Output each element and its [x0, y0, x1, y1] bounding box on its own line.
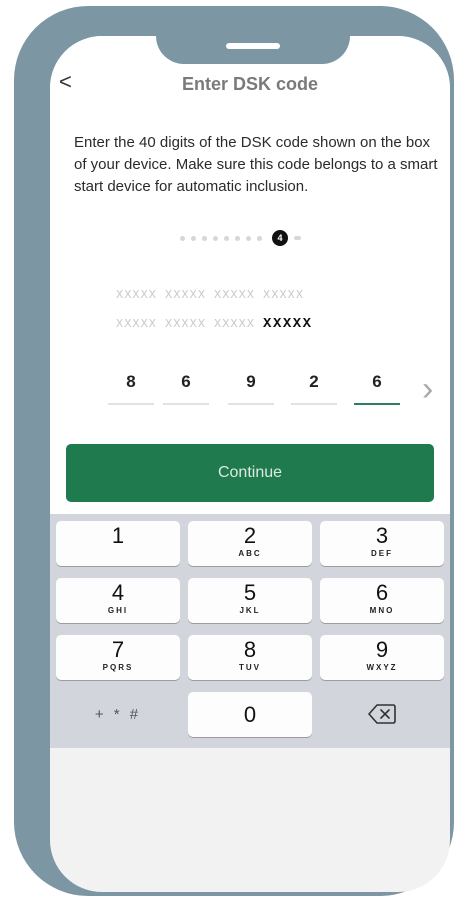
digit-value: 6: [372, 372, 382, 391]
progress-dot: [191, 235, 196, 241]
digit-field-active[interactable]: 6: [354, 372, 400, 405]
key-letters: ABC: [238, 549, 262, 558]
key-digit: 2: [243, 523, 257, 548]
progress-indicator: 4: [180, 230, 301, 246]
digit-entry-row: 8 6 9 2 6: [50, 372, 450, 422]
key-letters: GHI: [107, 606, 129, 615]
phone-notch: [156, 36, 350, 64]
key-digit: 1: [111, 523, 125, 548]
app-screen: < Enter DSK code Enter the 40 digits of …: [50, 36, 450, 748]
key-8[interactable]: 8 TUV: [188, 635, 312, 680]
backspace-key[interactable]: [320, 692, 444, 737]
digit-value: 6: [181, 372, 191, 391]
key-7[interactable]: 7 PQRS: [56, 635, 180, 680]
key-digit: 7: [111, 637, 125, 662]
page-title: Enter DSK code: [181, 74, 319, 94]
digit-underline: [163, 403, 209, 405]
key-letters: DEF: [371, 549, 393, 558]
dsk-block: XXXXX: [214, 317, 256, 331]
key-digit: 4: [111, 580, 125, 605]
dsk-block: XXXXX: [263, 288, 305, 302]
key-digit: 3: [375, 523, 389, 548]
digit-value: 2: [309, 372, 319, 391]
key-letters: PQRS: [102, 663, 134, 672]
dsk-block: XXXXX: [214, 288, 256, 302]
phone-screen: < Enter DSK code Enter the 40 digits of …: [50, 36, 450, 892]
key-1[interactable]: 1: [56, 521, 180, 566]
key-digit: 8: [243, 637, 257, 662]
digit-value: 9: [246, 372, 256, 391]
key-letters: MNO: [369, 606, 395, 615]
progress-dot: [257, 235, 262, 241]
key-letters: WXYZ: [366, 663, 398, 672]
key-3[interactable]: 3 DEF: [320, 521, 444, 566]
key-letters: JKL: [239, 606, 261, 615]
digit-underline: [108, 403, 154, 405]
digit-underline-active: [354, 403, 400, 405]
key-letters: TUV: [239, 663, 261, 672]
digit-value: 8: [126, 372, 136, 391]
key-6[interactable]: 6 MNO: [320, 578, 444, 623]
dsk-block: XXXXX: [116, 288, 158, 302]
progress-dot: [213, 235, 218, 241]
key-2[interactable]: 2 ABC: [188, 521, 312, 566]
backspace-icon: [368, 704, 396, 729]
digit-field[interactable]: 9: [228, 372, 274, 405]
dsk-block: XXXXX: [165, 317, 207, 331]
key-0[interactable]: 0: [188, 692, 312, 737]
chevron-right-icon[interactable]: ›: [422, 372, 433, 406]
dsk-code-line-2: XXXXX XXXXX XXXXX XXXXX: [116, 316, 321, 332]
key-digit: 6: [375, 580, 389, 605]
progress-dot: [224, 235, 229, 241]
dsk-block: XXXXX: [165, 288, 207, 302]
dsk-code-line-1: XXXXX XXXXX XXXXX XXXXX: [116, 288, 312, 302]
digit-field[interactable]: 6: [163, 372, 209, 405]
progress-dot: [180, 235, 185, 241]
key-9[interactable]: 9 WXYZ: [320, 635, 444, 680]
key-digit: 9: [375, 637, 389, 662]
digit-field[interactable]: 8: [108, 372, 154, 405]
key-digit: 0: [243, 702, 257, 727]
digit-underline: [291, 403, 337, 405]
key-5[interactable]: 5 JKL: [188, 578, 312, 623]
numeric-keypad: 1 2 ABC 3 DEF 4 GHI 5 JKL 6 MNO 7 PQRS 8 TUV 9W…: [50, 514, 450, 748]
progress-dot: [246, 235, 251, 241]
digit-field[interactable]: 2: [291, 372, 337, 405]
progress-current-badge: 4: [272, 230, 288, 246]
key-4[interactable]: 4 GHI: [56, 578, 180, 623]
speaker: [226, 43, 280, 49]
phone-frame: < Enter DSK code Enter the 40 digits of …: [14, 6, 454, 896]
progress-dot: [235, 235, 240, 241]
progress-dot: [294, 236, 301, 240]
dsk-block-active: XXXXX: [263, 316, 313, 332]
digit-underline: [228, 403, 274, 405]
dsk-block: XXXXX: [116, 317, 158, 331]
progress-dot: [202, 235, 207, 241]
key-symbols[interactable]: + * #: [56, 692, 180, 737]
continue-button[interactable]: Continue: [66, 444, 434, 502]
key-symbols-label: + * #: [94, 706, 142, 723]
key-digit: 5: [243, 580, 257, 605]
instructions-text: Enter the 40 digits of the DSK code show…: [74, 134, 438, 195]
